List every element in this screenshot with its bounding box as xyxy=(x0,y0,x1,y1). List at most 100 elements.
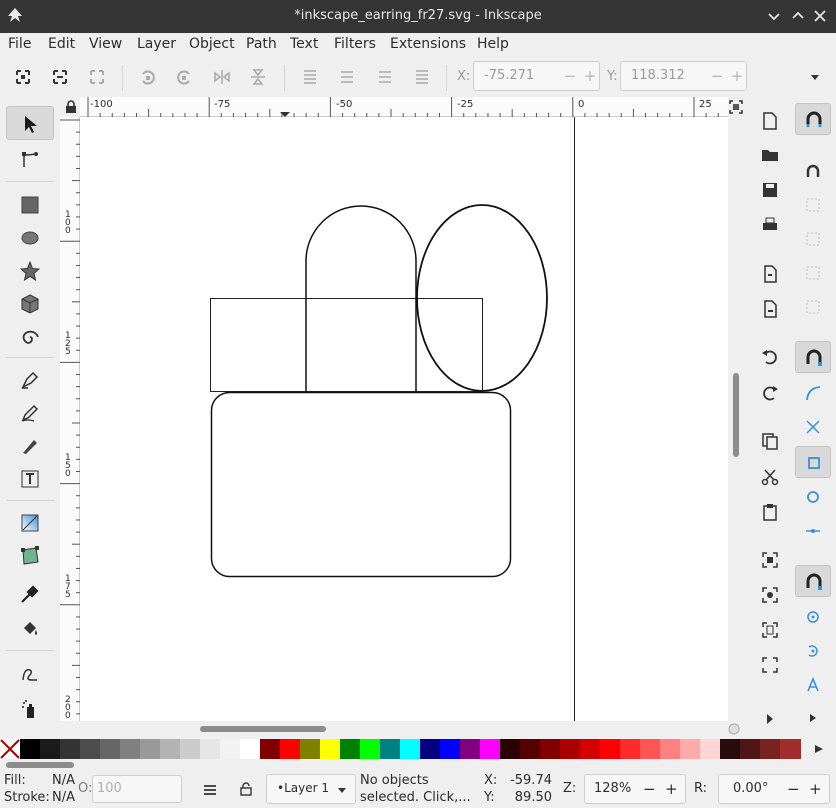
mesh-tool[interactable] xyxy=(6,539,54,573)
no-paint-swatch-icon[interactable] xyxy=(0,739,20,759)
rectangle-shape[interactable] xyxy=(210,298,483,392)
bezier-pen-tool[interactable] xyxy=(6,363,54,397)
x-decrement-button[interactable]: − xyxy=(562,67,578,85)
color-swatch[interactable] xyxy=(300,739,321,759)
snap-others-button[interactable] xyxy=(795,565,831,597)
new-document-icon[interactable] xyxy=(760,111,780,131)
snap-rotation-center-button[interactable] xyxy=(795,635,831,667)
rotate-decrement-button[interactable]: − xyxy=(787,780,800,798)
menu-filters[interactable]: Filters xyxy=(334,36,376,52)
color-swatch[interactable] xyxy=(540,739,561,759)
selector-tool[interactable] xyxy=(6,106,54,140)
y-decrement-button[interactable]: − xyxy=(709,67,725,85)
import-icon[interactable] xyxy=(760,264,780,284)
export-icon[interactable] xyxy=(760,299,780,319)
paste-icon[interactable] xyxy=(760,502,780,522)
zoom-in-button[interactable]: + xyxy=(665,780,678,798)
color-swatch[interactable] xyxy=(740,739,761,759)
snap-bbox-midpoints-button[interactable] xyxy=(795,257,831,289)
color-swatch[interactable] xyxy=(520,739,541,759)
gradient-tool[interactable] xyxy=(6,506,54,540)
color-swatch[interactable] xyxy=(720,739,741,759)
menu-help[interactable]: Help xyxy=(477,36,509,52)
color-swatch[interactable] xyxy=(20,739,41,759)
snap-paths-button[interactable] xyxy=(795,377,831,409)
undo-icon[interactable] xyxy=(760,347,780,367)
color-swatch[interactable] xyxy=(240,739,261,759)
overflow-dropdown-icon[interactable] xyxy=(806,68,824,86)
box3d-tool[interactable] xyxy=(6,287,54,321)
color-swatch[interactable] xyxy=(260,739,281,759)
vertical-ruler[interactable]: 100 125 150 175 200 xyxy=(60,117,80,721)
zoom-page-icon[interactable] xyxy=(760,620,780,640)
snap-overflow-arrow-icon[interactable] xyxy=(806,711,820,725)
horizontal-ruler[interactable]: -100 -75 -50 -25 0 25 xyxy=(80,97,728,117)
color-swatch[interactable] xyxy=(280,739,301,759)
stroke-value[interactable]: N/A xyxy=(52,790,75,805)
raise-to-top-icon[interactable] xyxy=(413,68,431,86)
dropper-tool[interactable] xyxy=(6,577,54,611)
select-all-icon[interactable] xyxy=(14,68,32,86)
opacity-value[interactable]: 100 xyxy=(97,781,122,796)
text-tool[interactable] xyxy=(6,462,54,496)
menu-path[interactable]: Path xyxy=(246,36,277,52)
color-swatch[interactable] xyxy=(620,739,641,759)
select-all-layers-icon[interactable] xyxy=(51,68,69,86)
zoom-fit-icon[interactable] xyxy=(729,100,743,114)
palette-scrollbar[interactable] xyxy=(0,759,836,771)
layer-dropdown[interactable]: •Layer 1 xyxy=(266,774,356,804)
color-swatch[interactable] xyxy=(160,739,181,759)
snap-object-center-button[interactable] xyxy=(795,601,831,633)
save-icon[interactable] xyxy=(760,180,780,200)
paint-bucket-tool[interactable] xyxy=(6,612,54,646)
color-swatch[interactable] xyxy=(500,739,521,759)
rectangle-tool[interactable] xyxy=(6,188,54,222)
snap-bbox-corners-button[interactable] xyxy=(795,223,831,255)
color-swatch[interactable] xyxy=(400,739,421,759)
tweak-tool[interactable] xyxy=(6,657,54,691)
color-swatch[interactable] xyxy=(460,739,481,759)
menu-edit[interactable]: Edit xyxy=(48,36,75,52)
menu-layer[interactable]: Layer xyxy=(137,36,176,52)
snap-nodes-button[interactable] xyxy=(795,341,831,373)
color-swatch[interactable] xyxy=(140,739,161,759)
layer-lock-icon[interactable] xyxy=(238,781,254,797)
guide-lock-icon[interactable] xyxy=(64,100,78,114)
color-swatch[interactable] xyxy=(560,739,581,759)
maximize-chevron-icon[interactable] xyxy=(788,6,808,26)
raise-icon[interactable] xyxy=(376,68,394,86)
rotate-ccw-icon[interactable] xyxy=(138,68,156,86)
snap-bbox-button[interactable] xyxy=(795,155,831,187)
zoom-out-button[interactable]: − xyxy=(643,780,656,798)
rotate-spinbox[interactable]: 0.00° − + xyxy=(718,774,830,804)
color-swatch[interactable] xyxy=(580,739,601,759)
palette-scroll-thumb[interactable] xyxy=(6,762,74,768)
x-spinbox[interactable]: -75.271 − + xyxy=(473,61,600,91)
y-increment-button[interactable]: + xyxy=(729,67,745,85)
star-tool[interactable] xyxy=(6,254,54,288)
drawing-canvas[interactable] xyxy=(80,117,728,721)
color-swatch[interactable] xyxy=(120,739,141,759)
menu-text[interactable]: Text xyxy=(290,36,318,52)
ellipse-tool[interactable] xyxy=(6,221,54,255)
vertical-scroll-thumb[interactable] xyxy=(733,373,739,457)
color-swatch[interactable] xyxy=(380,739,401,759)
deselect-icon[interactable] xyxy=(88,68,106,86)
horizontal-scrollbar[interactable] xyxy=(80,721,744,737)
node-tool[interactable] xyxy=(6,143,54,177)
color-swatch[interactable] xyxy=(60,739,81,759)
cut-scissors-icon[interactable] xyxy=(760,467,780,487)
flip-horizontal-icon[interactable] xyxy=(213,68,231,86)
color-swatch[interactable] xyxy=(220,739,241,759)
rotate-increment-button[interactable]: + xyxy=(809,780,822,798)
snap-intersections-button[interactable] xyxy=(795,411,831,443)
color-swatch[interactable] xyxy=(80,739,101,759)
rotate-cw-icon[interactable] xyxy=(176,68,194,86)
lower-to-bottom-icon[interactable] xyxy=(301,68,319,86)
zoom-selection-icon[interactable] xyxy=(760,550,780,570)
layers-menu-icon[interactable] xyxy=(202,782,218,798)
color-swatch[interactable] xyxy=(360,739,381,759)
calligraphy-tool[interactable] xyxy=(6,429,54,463)
menu-object[interactable]: Object xyxy=(189,36,235,52)
vertical-scrollbar[interactable] xyxy=(728,117,744,721)
